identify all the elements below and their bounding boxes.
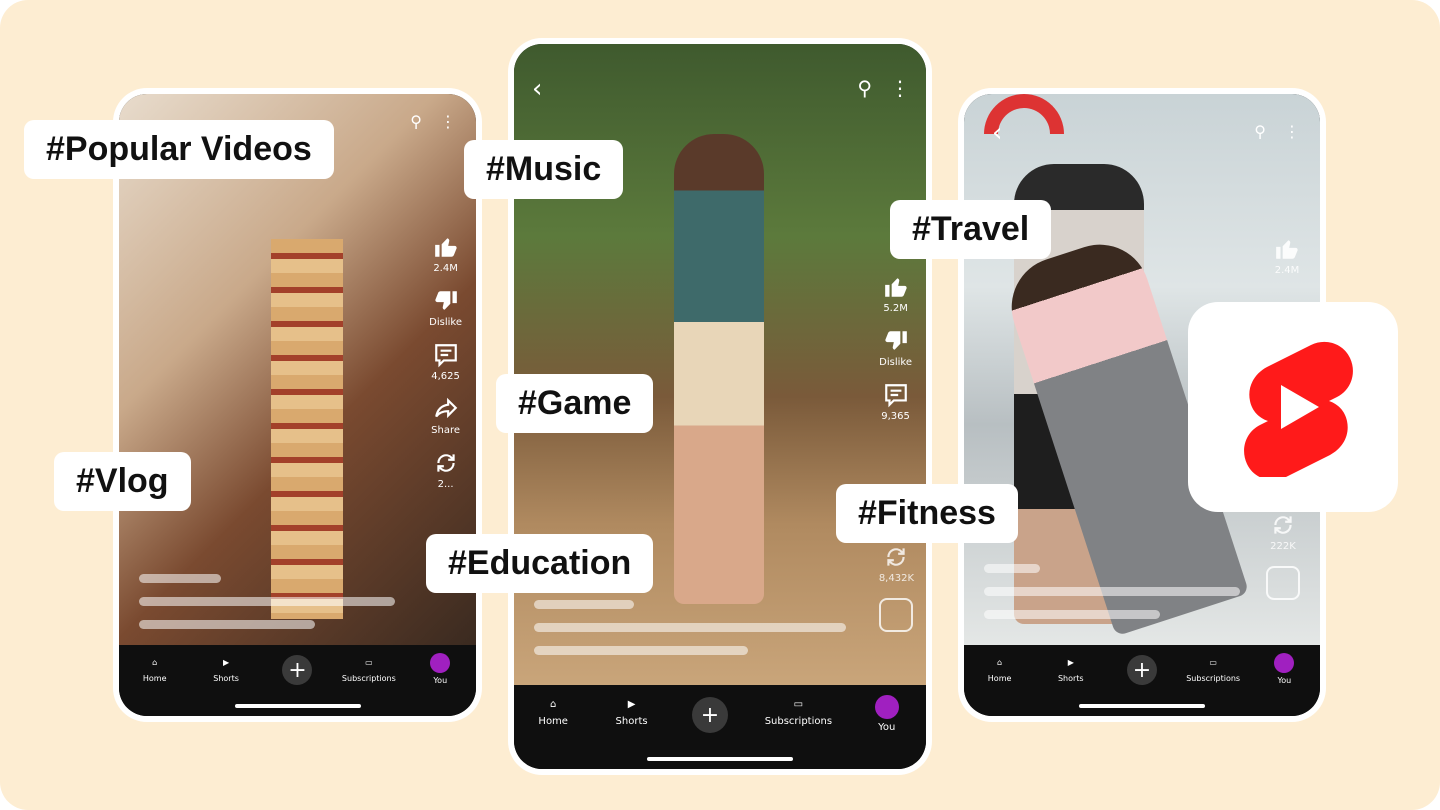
back-icon[interactable]: ‹	[992, 118, 1002, 148]
shorts-icon: ▶	[627, 698, 636, 710]
tag-vlog: #Vlog	[54, 452, 191, 511]
avatar	[1274, 653, 1295, 673]
phone-left: ⚲ ⋮ 2.4M Dislike 4,625 Share 2... ⌂ Home ▶…	[113, 88, 482, 722]
sound-thumbnail[interactable]	[1266, 566, 1300, 600]
sound-thumbnail[interactable]	[879, 598, 914, 632]
avatar	[430, 653, 451, 673]
nav-shorts[interactable]: ▶ Shorts	[602, 695, 662, 728]
remix-icon	[887, 548, 906, 566]
shorts-icon: ▶	[1067, 657, 1074, 667]
thumb-down-icon	[884, 331, 907, 350]
tag-game: #Game	[496, 374, 654, 433]
tag-travel: #Travel	[890, 200, 1052, 259]
youtube-shorts-logo	[1188, 302, 1398, 512]
like-button[interactable]: 2.4M	[433, 234, 459, 274]
remix-icon	[1274, 516, 1292, 534]
dislike-button[interactable]: Dislike	[429, 288, 462, 328]
create-button[interactable]: +	[680, 695, 740, 733]
nav-you[interactable]: You	[410, 653, 470, 685]
home-indicator	[234, 704, 361, 708]
remix-button[interactable]: 8,432K	[879, 544, 914, 584]
back-icon[interactable]: ‹	[532, 74, 542, 104]
more-icon[interactable]: ⋮	[890, 76, 910, 100]
remix-button[interactable]: 2...	[433, 450, 459, 490]
nav-subscriptions[interactable]: ▭ Subscriptions	[1183, 653, 1243, 684]
avatar	[874, 695, 899, 719]
like-button[interactable]: 2.4M	[1274, 236, 1300, 276]
search-icon[interactable]: ⚲	[857, 76, 872, 100]
create-button[interactable]: +	[267, 653, 327, 685]
nav-subscriptions[interactable]: ▭ Subscriptions	[339, 653, 399, 684]
tag-music: #Music	[464, 140, 624, 199]
search-icon[interactable]: ⚲	[410, 112, 422, 131]
thumb-down-icon	[434, 291, 457, 310]
subscriptions-icon: ▭	[1209, 657, 1217, 667]
search-icon[interactable]: ⚲	[1254, 122, 1266, 141]
plus-icon: +	[691, 697, 728, 733]
remix-icon	[436, 454, 455, 472]
nav-home[interactable]: ⌂ Home	[523, 695, 583, 728]
like-button[interactable]: 5.2M	[883, 274, 909, 314]
subscriptions-icon: ▭	[793, 698, 804, 710]
nav-subscriptions[interactable]: ▭ Subscriptions	[758, 695, 838, 728]
create-button[interactable]: +	[1112, 653, 1172, 685]
home-indicator	[1079, 704, 1205, 708]
share-icon	[434, 397, 457, 419]
plus-icon: +	[282, 655, 313, 685]
remix-count: 2...	[437, 479, 454, 490]
nav-shorts[interactable]: ▶ Shorts	[196, 653, 256, 684]
more-icon[interactable]: ⋮	[440, 112, 456, 131]
comment-icon	[434, 344, 457, 368]
comments-button[interactable]: 9,365	[881, 382, 910, 422]
dislike-button[interactable]: Dislike	[879, 328, 912, 368]
remix-button[interactable]: 222K	[1270, 512, 1296, 552]
tag-fitness: #Fitness	[836, 484, 1018, 543]
tag-popular-videos: #Popular Videos	[24, 120, 334, 179]
home-icon: ⌂	[550, 698, 557, 710]
nav-you[interactable]: You	[1254, 653, 1314, 685]
tag-education: #Education	[426, 534, 654, 593]
nav-shorts[interactable]: ▶ Shorts	[1041, 653, 1101, 684]
home-indicator	[647, 757, 793, 761]
comments-button[interactable]: 4,625	[431, 342, 460, 382]
comment-icon	[884, 384, 907, 408]
shorts-logo-icon	[1244, 341, 1353, 477]
home-icon: ⌂	[997, 657, 1003, 667]
subscriptions-icon: ▭	[365, 657, 373, 667]
thumb-up-icon	[884, 278, 907, 297]
thumb-up-icon	[1276, 240, 1298, 259]
thumb-up-icon	[434, 238, 457, 257]
plus-icon: +	[1126, 655, 1157, 685]
home-icon: ⌂	[152, 657, 158, 667]
nav-you[interactable]: You	[857, 695, 917, 733]
shorts-icon: ▶	[223, 657, 230, 667]
share-button[interactable]: Share	[431, 396, 460, 436]
more-icon[interactable]: ⋮	[1284, 122, 1300, 141]
nav-home[interactable]: ⌂ Home	[125, 653, 185, 684]
nav-home[interactable]: ⌂ Home	[970, 653, 1030, 684]
